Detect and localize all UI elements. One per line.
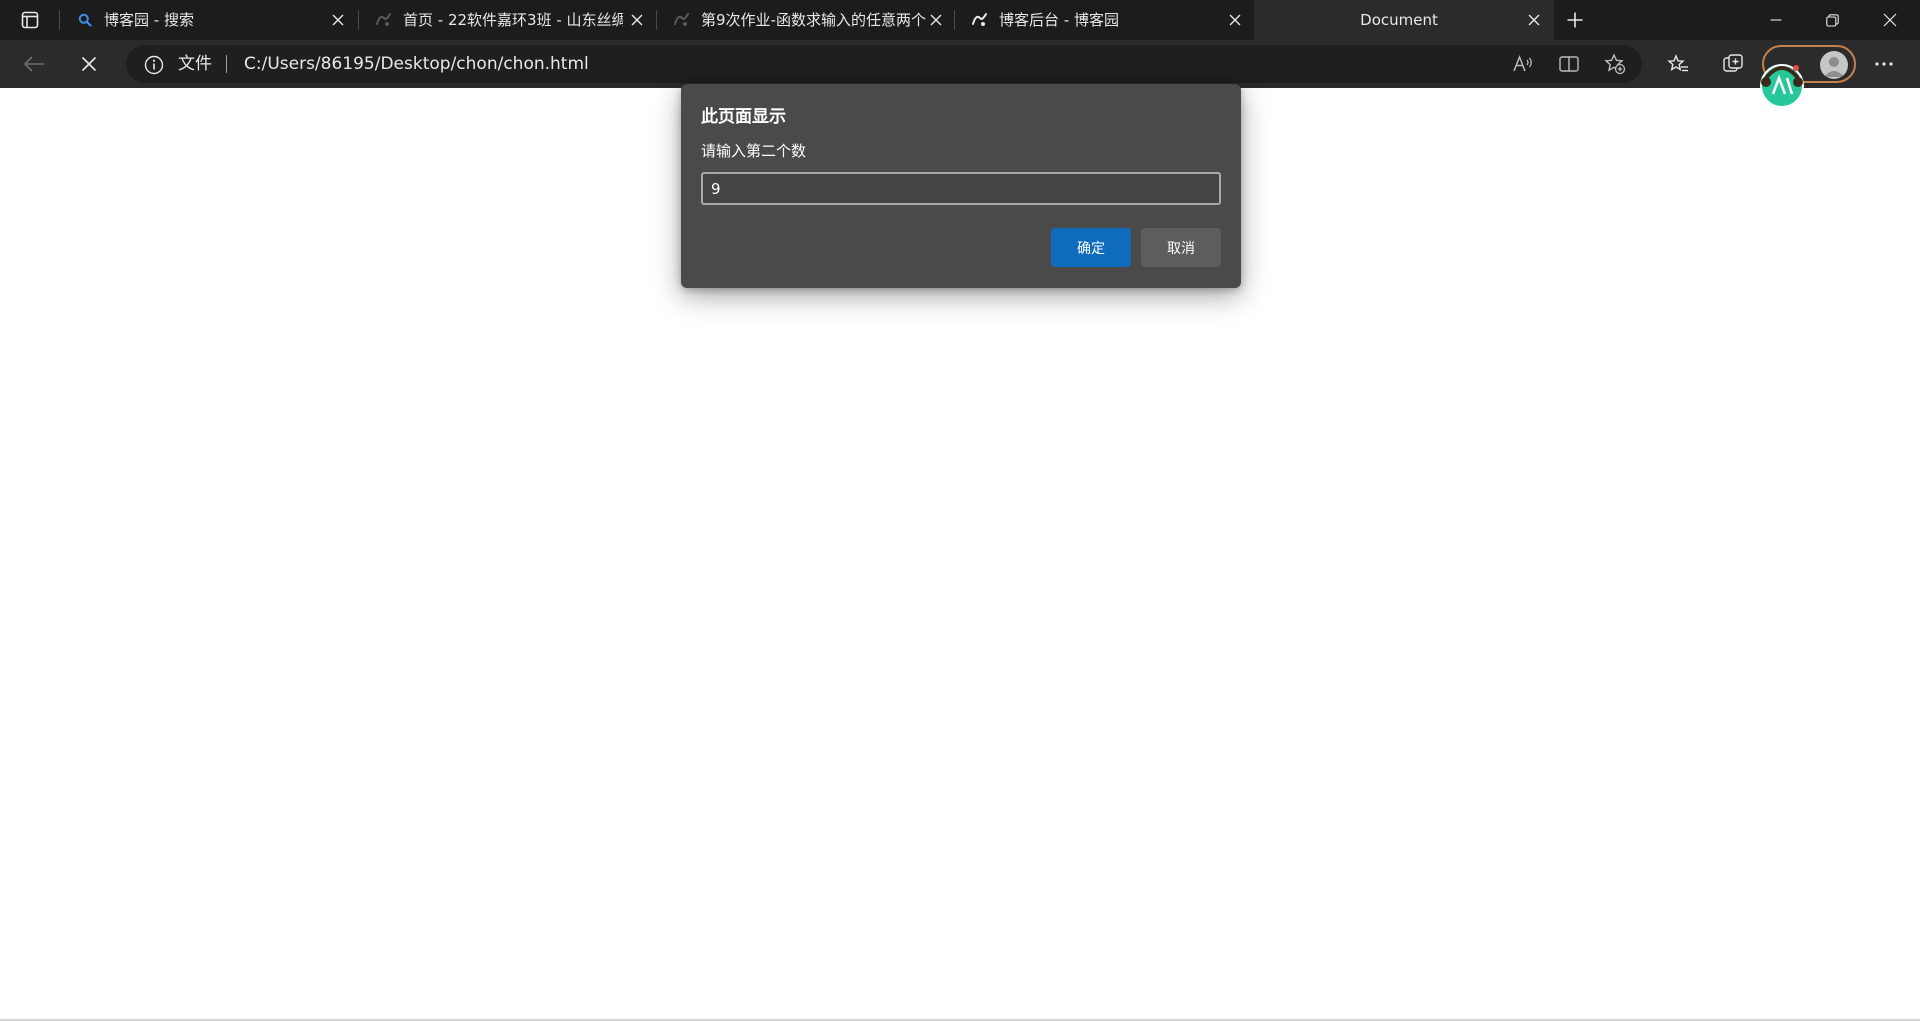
favorites-icon: [1667, 54, 1688, 72]
cancel-button[interactable]: 取消: [1141, 228, 1221, 267]
tab-title: 博客后台 - 博客园: [999, 11, 1119, 29]
close-icon: [1883, 13, 1897, 27]
prompt-dialog: 此页面显示 请输入第二个数 确定 取消: [681, 84, 1241, 288]
tab-document[interactable]: Document: [1254, 0, 1554, 40]
minimize-button[interactable]: [1748, 0, 1804, 40]
new-tab-button[interactable]: [1562, 8, 1588, 32]
tab-blog-admin[interactable]: 博客后台 - 博客园: [955, 0, 1253, 40]
close-icon: [930, 14, 942, 26]
close-icon: [631, 14, 643, 26]
tab-title: Document: [1360, 11, 1438, 29]
tab-close-button[interactable]: [1227, 12, 1243, 28]
star-plus-icon: [1604, 53, 1626, 75]
close-icon: [1229, 14, 1241, 26]
tab-close-button[interactable]: [629, 12, 645, 28]
tab-cnblogs-search[interactable]: 博客园 - 搜索: [60, 0, 358, 40]
cnblogs-icon: [971, 11, 989, 29]
back-button[interactable]: [16, 48, 52, 80]
favorites-button[interactable]: [1660, 48, 1696, 80]
search-icon: [76, 11, 94, 29]
tab-title: 首页 - 22软件嘉环3班 - 山东丝绸: [403, 11, 623, 29]
arrow-left-icon: [23, 56, 44, 72]
profile-mascot-icon: [1760, 64, 1804, 108]
ok-button[interactable]: 确定: [1051, 228, 1131, 267]
avatar: [1820, 51, 1848, 79]
tab-title: 第9次作业-函数求输入的任意两个: [701, 11, 926, 29]
split-screen-button[interactable]: [1556, 51, 1582, 77]
tab-close-button[interactable]: [928, 12, 944, 28]
collections-button[interactable]: [1715, 48, 1751, 80]
tab-close-button[interactable]: [1526, 12, 1542, 28]
tab-actions-button[interactable]: [16, 8, 44, 32]
read-aloud-icon: [1513, 54, 1532, 72]
address-url[interactable]: C:/Users/86195/Desktop/chon/chon.html: [244, 54, 589, 74]
collections-icon: [1723, 54, 1743, 72]
tab-title: 博客园 - 搜索: [104, 11, 194, 29]
read-aloud-button[interactable]: [1510, 51, 1536, 77]
cnblogs-icon: [375, 11, 393, 29]
plus-icon: [1567, 12, 1583, 28]
tab-strip: 博客园 - 搜索 首页 - 22软件嘉环3班 - 山东丝绸 第9次作业-函数求输…: [0, 0, 1920, 40]
dialog-message: 请输入第二个数: [701, 142, 807, 160]
info-icon[interactable]: [144, 55, 164, 75]
tab-class-home[interactable]: 首页 - 22软件嘉环3班 - 山东丝绸: [359, 0, 656, 40]
close-icon: [81, 56, 97, 72]
address-divider: [226, 55, 227, 73]
close-icon: [1528, 14, 1540, 26]
toolbar: 文件 C:/Users/86195/Desktop/chon/chon.html: [0, 40, 1920, 88]
stop-loading-button[interactable]: [71, 48, 107, 80]
prompt-input[interactable]: [701, 172, 1221, 205]
tab-homework-9[interactable]: 第9次作业-函数求输入的任意两个: [657, 0, 954, 40]
close-window-button[interactable]: [1862, 0, 1918, 40]
tab-close-button[interactable]: [330, 12, 346, 28]
minimize-icon: [1770, 19, 1782, 21]
settings-more-button[interactable]: [1866, 48, 1902, 80]
address-bar[interactable]: 文件 C:/Users/86195/Desktop/chon/chon.html: [126, 45, 1642, 83]
more-icon: [1875, 62, 1893, 66]
restore-icon: [1825, 13, 1839, 27]
restore-button[interactable]: [1804, 0, 1860, 40]
add-favorite-button[interactable]: [1602, 51, 1628, 77]
tab-actions-icon: [21, 11, 39, 29]
close-icon: [332, 14, 344, 26]
cnblogs-icon: [673, 11, 691, 29]
address-scheme-label: 文件: [178, 54, 212, 74]
dialog-title: 此页面显示: [701, 107, 786, 127]
split-screen-icon: [1559, 56, 1579, 72]
